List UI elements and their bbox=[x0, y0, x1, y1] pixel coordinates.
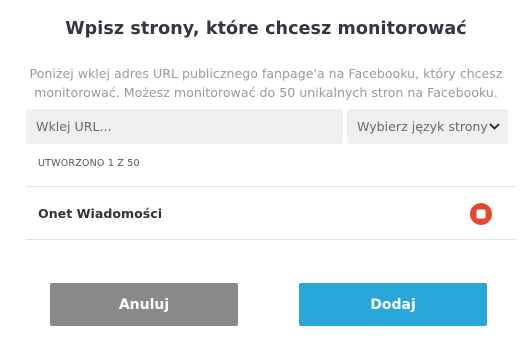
divider bbox=[26, 239, 517, 240]
page-name: Onet Wiadomości bbox=[38, 206, 163, 221]
monitor-pages-dialog: Wpisz strony, które chcesz monitorować P… bbox=[0, 0, 532, 344]
cancel-button[interactable]: Anuluj bbox=[50, 283, 238, 326]
remove-page-button[interactable] bbox=[470, 203, 492, 225]
language-select-label: Wybierz język strony bbox=[357, 119, 488, 134]
list-item: Onet Wiadomości bbox=[26, 187, 517, 239]
chevron-down-icon bbox=[489, 123, 500, 130]
dialog-title: Wpisz strony, które chcesz monitorować bbox=[65, 19, 467, 39]
url-input[interactable] bbox=[26, 109, 343, 144]
dialog-description: Poniżej wklej adres URL publicznego fanp… bbox=[29, 66, 503, 100]
stop-icon bbox=[476, 209, 486, 219]
created-count-label: UTWORZONO 1 Z 50 bbox=[38, 158, 140, 169]
language-select[interactable]: Wybierz język strony bbox=[347, 109, 508, 144]
add-button[interactable]: Dodaj bbox=[299, 283, 487, 326]
